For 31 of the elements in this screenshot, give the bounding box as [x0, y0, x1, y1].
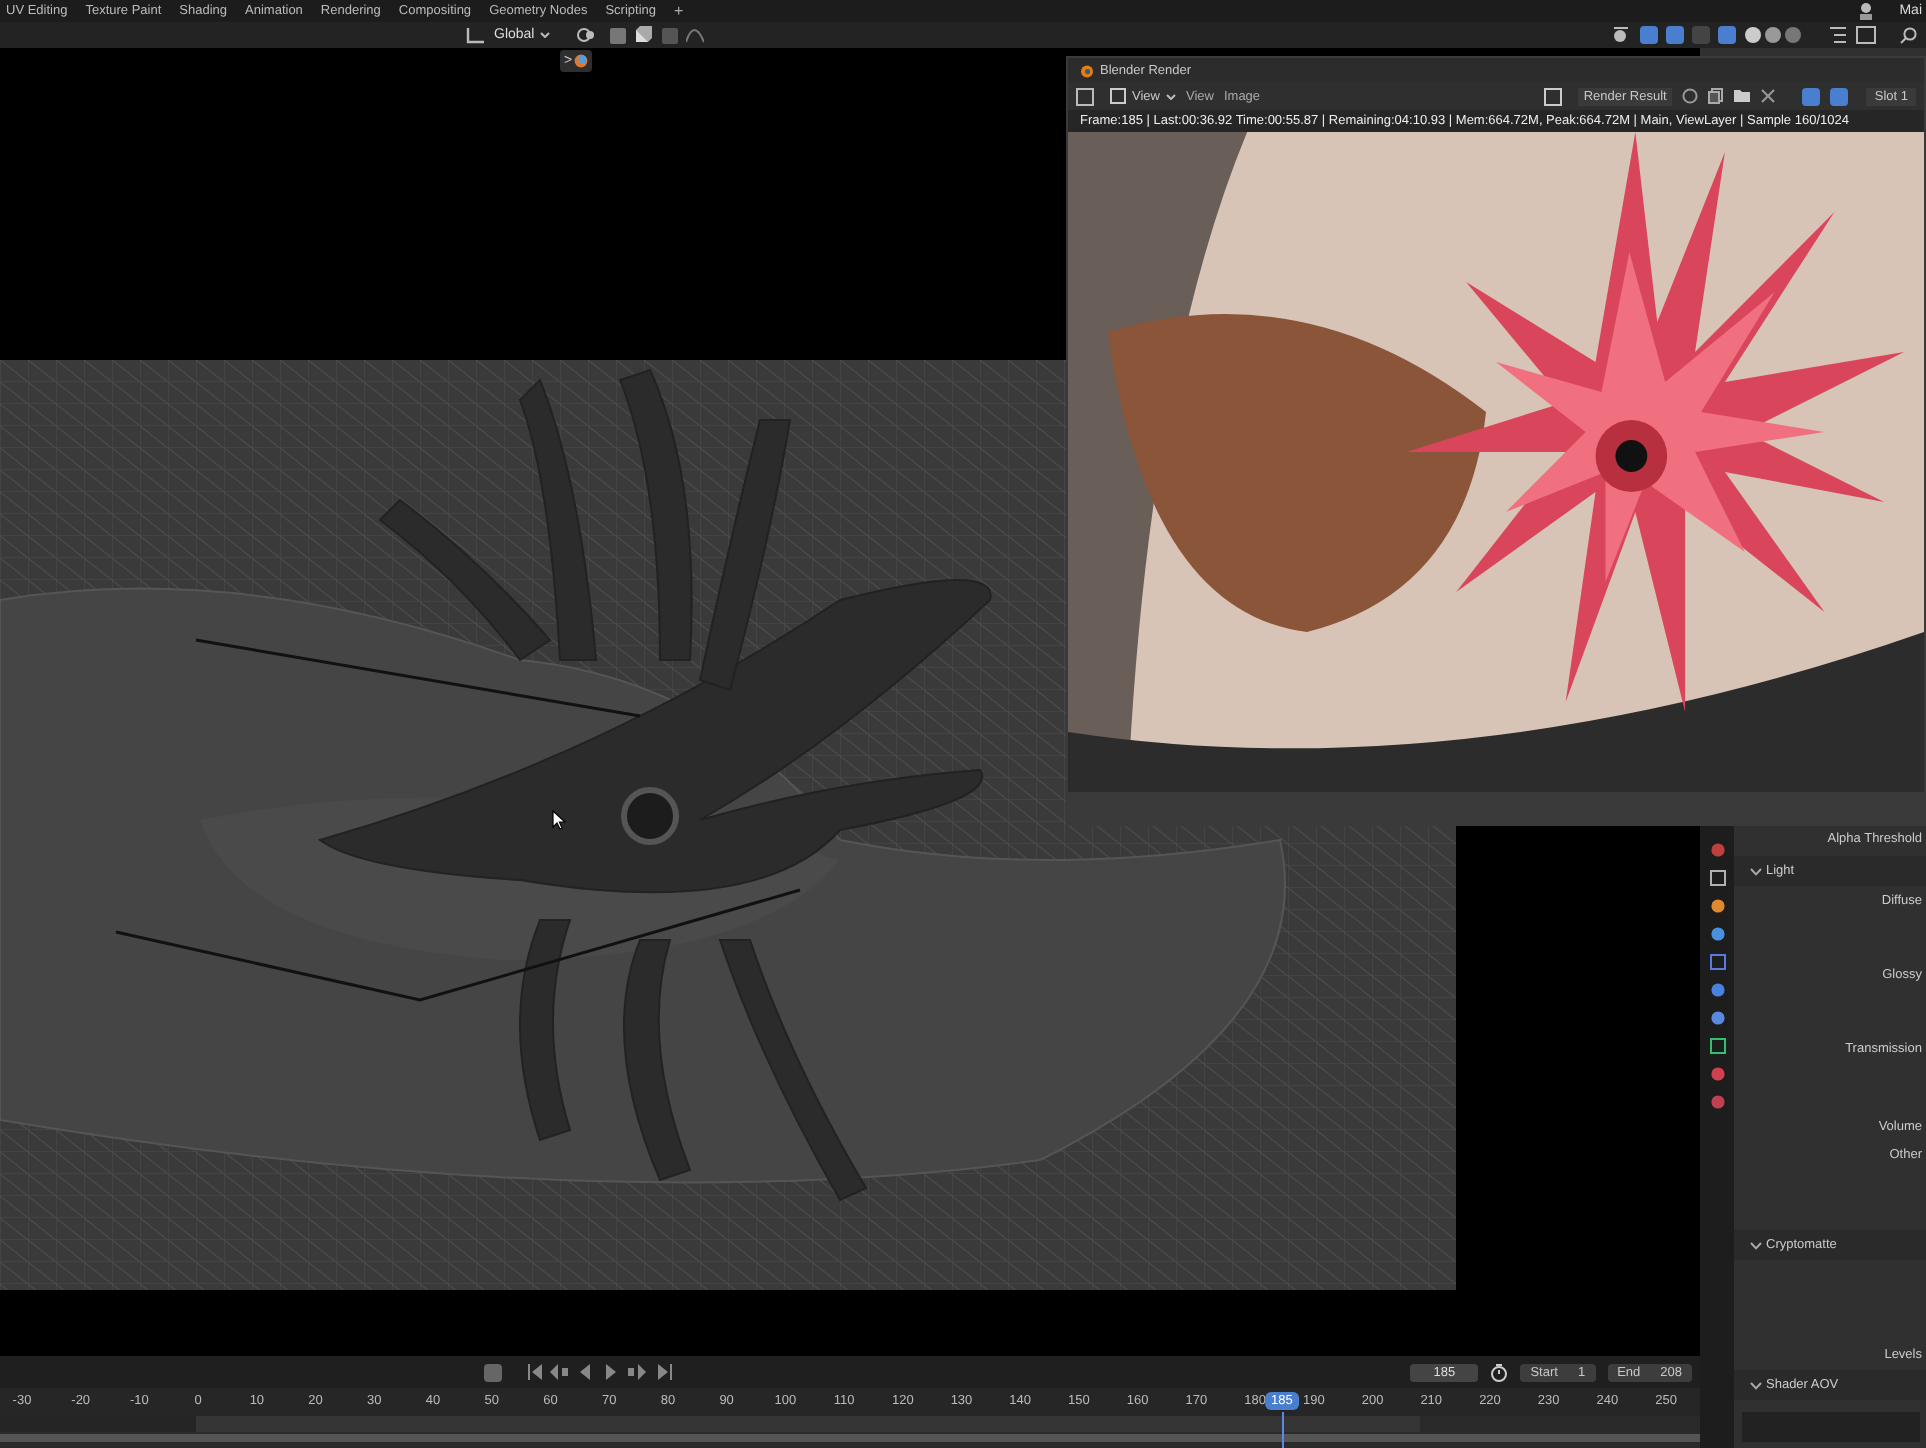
- logo-icon: [574, 54, 589, 68]
- editor-type-icon[interactable]: [1076, 87, 1100, 105]
- proportional-toggle[interactable]: [662, 27, 679, 43]
- axis-icon[interactable]: [466, 26, 486, 44]
- cursor-icon: [552, 810, 566, 830]
- image-icon[interactable]: [1856, 26, 1876, 44]
- gizmo-icon[interactable]: [1610, 26, 1632, 44]
- falloff-icon[interactable]: [686, 26, 705, 44]
- close-icon[interactable]: [1760, 88, 1777, 104]
- search-icon[interactable]: [1900, 26, 1918, 44]
- playback-controls-icon[interactable]: [526, 1364, 678, 1380]
- image-icon: [1110, 88, 1126, 104]
- folder-icon[interactable]: [1734, 88, 1751, 104]
- blender-logo-icon: [1076, 63, 1094, 77]
- stopwatch-icon[interactable]: [1490, 1363, 1509, 1381]
- image-browse-icon[interactable]: [1543, 87, 1568, 105]
- keying-toggle[interactable]: [484, 1363, 502, 1381]
- caret-icon: [1165, 93, 1176, 99]
- overlay-toggle[interactable]: [1640, 26, 1658, 44]
- cube-icon[interactable]: [634, 26, 655, 44]
- copy-icon[interactable]: [1708, 88, 1725, 104]
- list-icon[interactable]: [1828, 26, 1848, 44]
- shield-icon[interactable]: [1682, 88, 1699, 104]
- add-workspace-button[interactable]: +: [674, 3, 684, 19]
- caret-icon: [540, 32, 551, 38]
- shading-spheres-icon[interactable]: [1744, 26, 1804, 44]
- solid-shading-button[interactable]: [1718, 26, 1736, 44]
- gizmo-toggle[interactable]: [1802, 87, 1821, 105]
- snap-toggle[interactable]: [610, 27, 627, 43]
- xray-toggle[interactable]: [1666, 26, 1684, 44]
- overlay-toggle[interactable]: [1830, 87, 1849, 105]
